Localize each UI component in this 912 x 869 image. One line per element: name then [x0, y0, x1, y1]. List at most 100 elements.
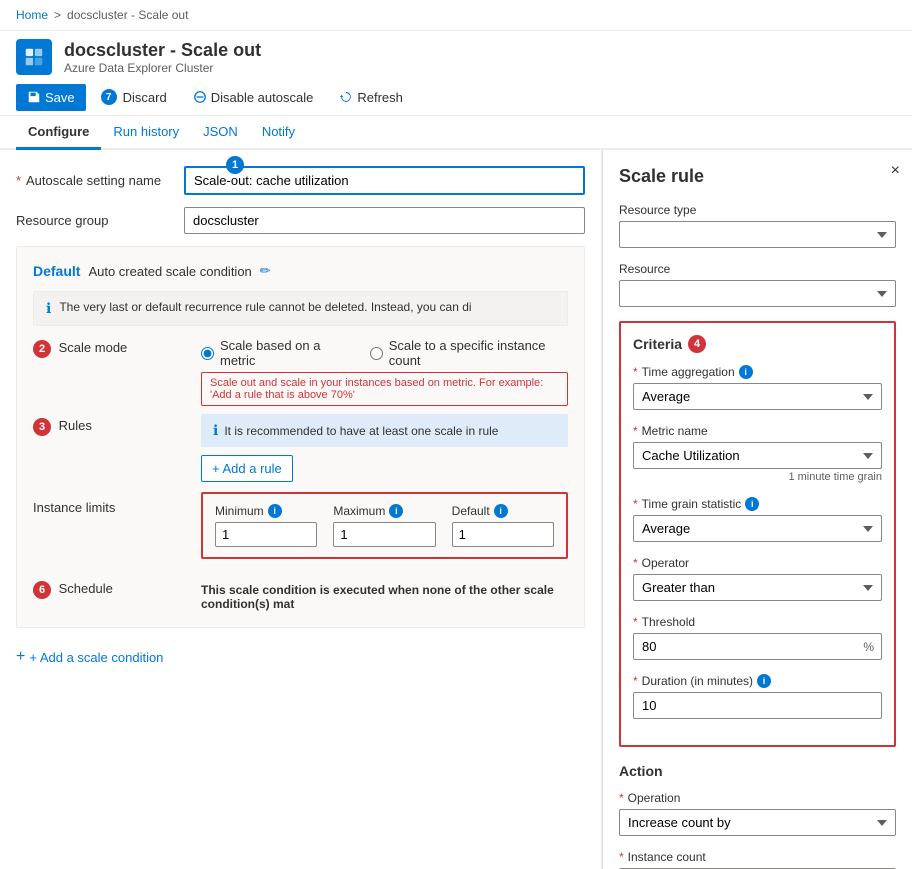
time-agg-group: * Time aggregation i Average Minimum Max…	[633, 365, 882, 410]
save-icon	[27, 90, 41, 104]
duration-input[interactable]	[633, 692, 882, 719]
duration-info-icon: i	[757, 674, 771, 688]
discard-label: Discard	[123, 90, 167, 105]
threshold-group: * Threshold %	[633, 615, 882, 660]
disable-icon	[193, 90, 207, 104]
main-layout: 1 * Autoscale setting name Resource grou…	[0, 150, 912, 869]
instance-max-label: Maximum i	[333, 504, 435, 518]
time-grain-select[interactable]: Average Minimum Maximum	[633, 515, 882, 542]
page-header: docscluster - Scale out Azure Data Explo…	[0, 31, 912, 79]
instance-min-label: Minimum i	[215, 504, 317, 518]
refresh-button[interactable]: Refresh	[328, 84, 414, 111]
time-agg-select[interactable]: Average Minimum Maximum Total Count	[633, 383, 882, 410]
scale-condition-box: Default Auto created scale condition ✏ ℹ…	[16, 246, 585, 628]
instance-count-label: * Instance count	[619, 850, 896, 864]
refresh-label: Refresh	[357, 90, 403, 105]
instance-max-info: i	[389, 504, 403, 518]
resource-type-select[interactable]	[619, 221, 896, 248]
instance-limits-inputs: Minimum i Maximum i	[201, 492, 568, 559]
threshold-unit: %	[863, 640, 874, 654]
discard-button[interactable]: 7 Discard	[90, 83, 178, 111]
discard-badge: 7	[101, 89, 117, 105]
time-grain-label: * Time grain statistic i	[633, 497, 882, 511]
scale-condition-header: Default Auto created scale condition ✏	[33, 263, 568, 279]
instance-min-input[interactable]	[215, 522, 317, 547]
refresh-icon	[339, 90, 353, 104]
autoscale-name-row: 1 * Autoscale setting name	[16, 166, 585, 195]
instance-default-info: i	[494, 504, 508, 518]
instance-default-label: Default i	[452, 504, 554, 518]
resource-group-input[interactable]	[184, 207, 585, 234]
tab-configure[interactable]: Configure	[16, 116, 101, 150]
metric-name-select[interactable]: Cache Utilization	[633, 442, 882, 469]
panel-title: Scale rule	[619, 166, 896, 187]
add-rule-button[interactable]: + Add a rule	[201, 455, 293, 482]
rec-info-icon: ℹ	[213, 422, 218, 439]
resource-group-row: Resource group	[16, 207, 585, 234]
threshold-input[interactable]	[633, 633, 882, 660]
resource-group-label: Resource group	[16, 213, 176, 228]
page-title-group: docscluster - Scale out Azure Data Explo…	[64, 40, 261, 75]
instance-max-input[interactable]	[333, 522, 435, 547]
radio-group: Scale based on a metric Scale to a speci…	[201, 338, 568, 368]
step-3-badge: 3	[33, 418, 51, 436]
disable-autoscale-button[interactable]: Disable autoscale	[182, 84, 325, 111]
right-panel: Scale rule × Resource type Resource Crit…	[602, 150, 912, 869]
action-title: Action	[619, 763, 896, 779]
toolbar: Save 7 Discard Disable autoscale Refresh	[0, 79, 912, 116]
page-title: docscluster - Scale out	[64, 40, 261, 61]
azure-explorer-icon	[16, 39, 52, 75]
step-4-badge: 4	[688, 335, 706, 353]
condition-sub: Auto created scale condition	[88, 264, 251, 279]
metric-name-group: * Metric name Cache Utilization 1 minute…	[633, 424, 882, 483]
tab-notify[interactable]: Notify	[250, 116, 307, 150]
condition-title: Default	[33, 263, 80, 279]
radio-instance[interactable]: Scale to a specific instance count	[370, 338, 568, 368]
resource-select[interactable]	[619, 280, 896, 307]
delete-warning-box: ℹ The very last or default recurrence ru…	[33, 291, 568, 326]
instance-default-input[interactable]	[452, 522, 554, 547]
save-button[interactable]: Save	[16, 84, 86, 111]
add-scale-condition-link[interactable]: + + Add a scale condition	[16, 644, 585, 670]
autoscale-name-input[interactable]	[184, 166, 585, 195]
step-6-badge: 6	[33, 581, 51, 599]
breadcrumb-sep: >	[54, 8, 61, 22]
radio-metric[interactable]: Scale based on a metric	[201, 338, 350, 368]
cluster-svg-icon	[23, 46, 45, 68]
schedule-label: 6 Schedule	[33, 581, 193, 599]
disable-label: Disable autoscale	[211, 90, 314, 105]
edit-condition-icon[interactable]: ✏	[260, 263, 271, 279]
instance-default-group: Default i	[452, 504, 554, 547]
tab-json[interactable]: JSON	[191, 116, 250, 150]
rules-label: 3 Rules	[33, 414, 193, 436]
time-grain-group: * Time grain statistic i Average Minimum…	[633, 497, 882, 542]
scale-mode-options: Scale based on a metric Scale to a speci…	[201, 338, 568, 406]
breadcrumb: Home > docscluster - Scale out	[0, 0, 912, 31]
metric-name-label: * Metric name	[633, 424, 882, 438]
step-1-badge: 1	[226, 156, 244, 174]
instance-min-info: i	[268, 504, 282, 518]
autoscale-name-label: * Autoscale setting name	[16, 173, 176, 188]
scale-mode-badge: 2	[33, 340, 51, 358]
breadcrumb-home[interactable]: Home	[16, 8, 48, 22]
add-rule-label: + Add a rule	[212, 461, 282, 476]
tab-run-history[interactable]: Run history	[101, 116, 191, 150]
warning-info-icon: ℹ	[46, 300, 51, 317]
operator-select[interactable]: Greater than Greater than or equal to Le…	[633, 574, 882, 601]
threshold-label: * Threshold	[633, 615, 882, 629]
plus-icon: +	[16, 648, 25, 666]
duration-group: * Duration (in minutes) i	[633, 674, 882, 719]
criteria-title: Criteria 4	[633, 335, 882, 353]
time-agg-label: * Time aggregation i	[633, 365, 882, 379]
operation-select[interactable]: Increase count by Decrease count by Incr…	[619, 809, 896, 836]
panel-close-button[interactable]: ×	[891, 162, 900, 180]
operator-label: * Operator	[633, 556, 882, 570]
instance-min-group: Minimum i	[215, 504, 317, 547]
add-condition-label: + Add a scale condition	[29, 650, 163, 665]
left-panel: 1 * Autoscale setting name Resource grou…	[0, 150, 602, 869]
operation-group: * Operation Increase count by Decrease c…	[619, 791, 896, 836]
action-section: Action * Operation Increase count by Dec…	[619, 763, 896, 869]
recommendation-box: ℹ It is recommended to have at least one…	[201, 414, 568, 447]
resource-type-label: Resource type	[619, 203, 896, 217]
rules-area: ℹ It is recommended to have at least one…	[201, 414, 568, 482]
